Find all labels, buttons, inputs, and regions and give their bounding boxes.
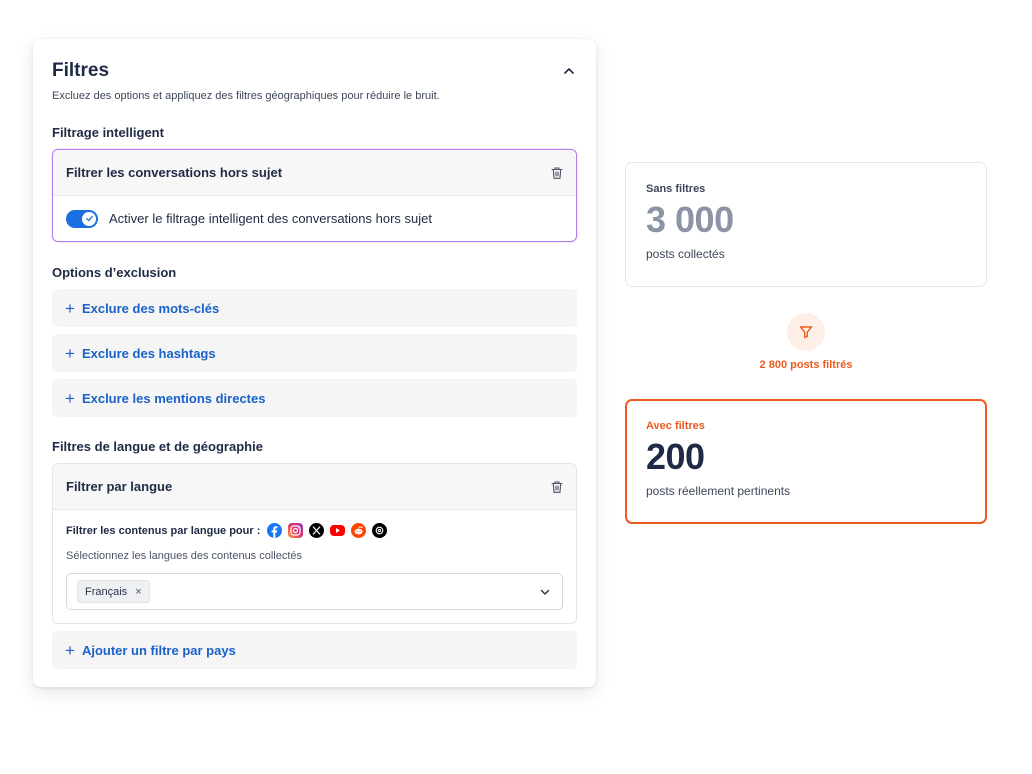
threads-icon xyxy=(372,523,388,538)
trash-icon[interactable] xyxy=(550,166,564,180)
exclude-hashtags-button[interactable]: + Exclure des hashtags xyxy=(52,334,577,372)
language-filter-header: Filtrer par langue xyxy=(53,464,576,510)
stat-without-filters: Sans filtres 3 000 posts collectés xyxy=(625,162,987,287)
stat-with-desc: posts réellement pertinents xyxy=(646,484,791,498)
check-icon xyxy=(85,215,93,222)
network-icons xyxy=(267,523,388,538)
smart-filter-title: Filtrer les conversations hors sujet xyxy=(66,165,283,180)
remove-chip-icon[interactable]: × xyxy=(135,586,141,598)
smart-filter-toggle-row: Activer le filtrage intelligent des conv… xyxy=(53,196,576,241)
plus-icon: + xyxy=(65,388,75,408)
toggle-knob xyxy=(82,211,96,226)
filters-panel: Filtres Excluez des options et appliquez… xyxy=(33,39,596,687)
chevron-up-icon[interactable] xyxy=(561,63,577,79)
exclude-hashtags-label: Exclure des hashtags xyxy=(81,345,216,361)
stat-with-filters: Avec filtres 200 posts réellement pertin… xyxy=(625,399,987,524)
exclude-mentions-button[interactable]: + Exclure les mentions directes xyxy=(52,379,577,417)
plus-icon: + xyxy=(65,640,75,660)
filtered-posts-count: 2 800 posts filtrés xyxy=(759,359,853,371)
plus-icon: + xyxy=(65,298,75,318)
chevron-down-icon[interactable] xyxy=(539,586,551,598)
stat-with-label: Avec filtres xyxy=(646,420,705,432)
stat-without-label: Sans filtres xyxy=(646,183,706,195)
smart-filter-box: Filtrer les conversations hors sujet Act… xyxy=(52,149,577,242)
stat-without-desc: posts collectés xyxy=(646,247,725,261)
facebook-icon xyxy=(267,523,283,538)
smart-filter-header: Filtrer les conversations hors sujet xyxy=(53,150,576,196)
language-geo-label: Filtres de langue et de géographie xyxy=(52,439,263,454)
smart-filter-label: Filtrage intelligent xyxy=(52,125,164,140)
language-networks-label: Filtrer les contenus par langue pour : xyxy=(66,524,261,537)
exclude-mentions-label: Exclure les mentions directes xyxy=(81,390,266,406)
reddit-icon xyxy=(351,523,367,538)
plus-icon: + xyxy=(65,343,75,363)
language-filter-title: Filtrer par langue xyxy=(66,479,173,494)
trash-icon[interactable] xyxy=(550,480,564,494)
language-filter-body: Filtrer les contenus par langue pour : S… xyxy=(53,510,576,623)
instagram-icon xyxy=(288,523,304,538)
youtube-icon xyxy=(330,525,346,536)
language-hint: Sélectionnez les langues des contenus co… xyxy=(66,550,303,562)
stat-with-value: 200 xyxy=(646,436,705,477)
smart-filter-toggle-label: Activer le filtrage intelligent des conv… xyxy=(109,211,432,226)
exclude-keywords-label: Exclure des mots-clés xyxy=(81,300,220,316)
panel-title: Filtres xyxy=(52,60,110,81)
x-icon xyxy=(309,523,325,538)
language-chip-label: Français xyxy=(85,585,128,598)
language-networks-line: Filtrer les contenus par langue pour : xyxy=(66,523,563,538)
panel-subtitle: Excluez des options et appliquez des fil… xyxy=(52,90,440,102)
add-country-filter-label: Ajouter un filtre par pays xyxy=(81,642,236,658)
language-filter-box: Filtrer par langue Filtrer les contenus … xyxy=(52,463,577,624)
exclude-keywords-button[interactable]: + Exclure des mots-clés xyxy=(52,289,577,327)
language-select[interactable]: Français × xyxy=(66,573,563,610)
funnel-icon xyxy=(799,326,813,339)
add-country-filter-button[interactable]: + Ajouter un filtre par pays xyxy=(52,631,577,669)
filter-funnel-badge xyxy=(787,313,825,351)
smart-filter-toggle[interactable] xyxy=(66,209,98,228)
language-chip: Français × xyxy=(77,580,150,603)
exclusion-label: Options d’exclusion xyxy=(52,265,177,280)
panel-header: Filtres Excluez des options et appliquez… xyxy=(52,39,577,111)
stat-without-value: 3 000 xyxy=(646,199,734,240)
exclusion-list: + Exclure des mots-clés + Exclure des ha… xyxy=(52,289,577,417)
